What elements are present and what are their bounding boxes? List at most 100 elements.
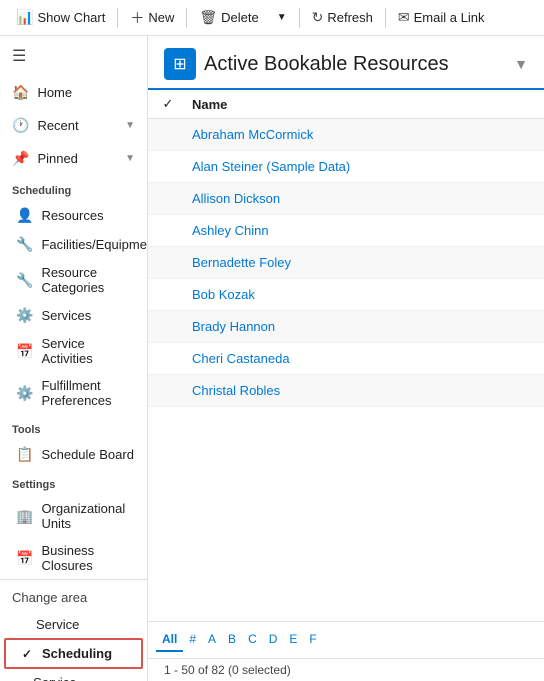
row-check-2[interactable] xyxy=(148,159,188,175)
alpha-f[interactable]: F xyxy=(303,628,322,652)
business-closures-icon: 📅 xyxy=(16,550,33,567)
sidebar-item-schedule-board[interactable]: 📋 Schedule Board xyxy=(0,440,147,469)
sidebar-item-pinned[interactable]: 📌 Pinned ▼ xyxy=(0,142,147,175)
check-scheduling-icon: ✓ xyxy=(22,647,36,661)
sidebar-item-resources[interactable]: 👤 Resources xyxy=(0,201,147,230)
table-check-header: ✓ xyxy=(148,96,188,112)
table-row: Abraham McCormick xyxy=(148,119,544,151)
show-chart-button[interactable]: 📊 Show Chart xyxy=(8,5,113,30)
chevron-down-icon: ▼ xyxy=(277,12,287,23)
table-row: Ashley Chinn xyxy=(148,215,544,247)
alpha-all[interactable]: All xyxy=(156,628,183,652)
row-name-9[interactable]: Christal Robles xyxy=(188,375,544,406)
row-name-1[interactable]: Abraham McCormick xyxy=(188,119,544,150)
pin-icon: 📌 xyxy=(12,150,29,167)
row-check-9[interactable] xyxy=(148,383,188,399)
sidebar-item-recent[interactable]: 🕐 Recent ▼ xyxy=(0,109,147,142)
sidebar-item-business-closures[interactable]: 📅 Business Closures xyxy=(0,537,147,579)
schedule-board-icon: 📋 xyxy=(16,446,33,463)
facilities-icon: 🔧 xyxy=(16,236,33,253)
refresh-button[interactable]: ↻ Refresh xyxy=(304,5,381,30)
sidebar-top: ☰ 🏠 Home 🕐 Recent ▼ 📌 Pinned ▼ Schedulin… xyxy=(0,36,147,681)
row-name-4[interactable]: Ashley Chinn xyxy=(188,215,544,246)
alpha-hash[interactable]: # xyxy=(183,628,202,652)
change-area-label[interactable]: Change area xyxy=(0,584,147,611)
service-activities-icon: 📅 xyxy=(16,343,33,360)
table-row: Alan Steiner (Sample Data) xyxy=(148,151,544,183)
home-icon: 🏠 xyxy=(12,84,29,101)
row-check-7[interactable] xyxy=(148,319,188,335)
chevron-pinned-icon: ▼ xyxy=(125,153,135,164)
chevron-recent-icon: ▼ xyxy=(125,120,135,131)
divider-1 xyxy=(117,8,118,28)
resource-cat-icon: 🔧 xyxy=(16,272,33,289)
row-name-8[interactable]: Cheri Castaneda xyxy=(188,343,544,374)
services-icon: ⚙️ xyxy=(16,307,33,324)
change-area-service-mgmt[interactable]: Service Management xyxy=(0,669,147,681)
sidebar-item-resource-categories[interactable]: 🔧 Resource Categories xyxy=(0,259,147,301)
trash-icon: 🗑 xyxy=(199,9,217,26)
email-link-button[interactable]: ✉ Email a Link xyxy=(390,5,493,30)
row-check-5[interactable] xyxy=(148,255,188,271)
plus-icon: ＋ xyxy=(130,8,144,28)
delete-dropdown-button[interactable]: ▼ xyxy=(269,8,295,27)
content-footer: 1 - 50 of 82 (0 selected) xyxy=(148,658,544,681)
sidebar-item-fulfillment[interactable]: ⚙️ Fulfillment Preferences xyxy=(0,372,147,414)
delete-button[interactable]: 🗑 Delete xyxy=(191,5,266,30)
table-row: Bob Kozak xyxy=(148,279,544,311)
table-row: Cheri Castaneda xyxy=(148,343,544,375)
table-header: ✓ Name xyxy=(148,90,544,119)
bookable-resources-icon: ⊞ xyxy=(173,54,186,74)
row-check-1[interactable] xyxy=(148,127,188,143)
row-check-8[interactable] xyxy=(148,351,188,367)
row-check-4[interactable] xyxy=(148,223,188,239)
row-name-6[interactable]: Bob Kozak xyxy=(188,279,544,310)
row-name-5[interactable]: Bernadette Foley xyxy=(188,247,544,278)
refresh-icon: ↻ xyxy=(312,9,324,26)
hamburger-menu[interactable]: ☰ xyxy=(0,36,147,76)
recent-icon: 🕐 xyxy=(12,117,29,134)
change-area-service[interactable]: Service xyxy=(0,611,147,638)
alpha-c[interactable]: C xyxy=(242,628,263,652)
row-name-2[interactable]: Alan Steiner (Sample Data) xyxy=(188,151,544,182)
alpha-a[interactable]: A xyxy=(202,628,222,652)
page-title-chevron-icon[interactable]: ▼ xyxy=(514,56,528,72)
sidebar-item-org-units[interactable]: 🏢 Organizational Units xyxy=(0,495,147,537)
alphabet-nav: All # A B C D E F xyxy=(148,621,544,658)
header-check-icon: ✓ xyxy=(163,96,174,111)
divider-4 xyxy=(385,8,386,28)
sidebar-item-service-activities[interactable]: 📅 Service Activities xyxy=(0,330,147,372)
sidebar-item-facilities[interactable]: 🔧 Facilities/Equipment xyxy=(0,230,147,259)
section-tools-label: Tools xyxy=(0,414,147,440)
page-title: Active Bookable Resources xyxy=(204,53,506,76)
change-area-scheduling[interactable]: ✓ Scheduling xyxy=(6,640,141,667)
table-container: ✓ Name Abraham McCormick Alan Steiner (S… xyxy=(148,90,544,621)
row-name-7[interactable]: Brady Hannon xyxy=(188,311,544,342)
sidebar-item-services[interactable]: ⚙️ Services xyxy=(0,301,147,330)
alpha-e[interactable]: E xyxy=(283,628,303,652)
alpha-d[interactable]: D xyxy=(263,628,284,652)
row-check-3[interactable] xyxy=(148,191,188,207)
scheduling-highlighted-container: ✓ Scheduling xyxy=(4,638,143,669)
sidebar: ☰ 🏠 Home 🕐 Recent ▼ 📌 Pinned ▼ Schedulin… xyxy=(0,36,148,681)
divider-3 xyxy=(299,8,300,28)
new-button[interactable]: ＋ New xyxy=(122,4,182,32)
change-area-section: Change area Service ✓ Scheduling Service… xyxy=(0,579,147,681)
section-settings-label: Settings xyxy=(0,469,147,495)
row-check-6[interactable] xyxy=(148,287,188,303)
divider-2 xyxy=(186,8,187,28)
row-name-3[interactable]: Allison Dickson xyxy=(188,183,544,214)
alpha-b[interactable]: B xyxy=(222,628,242,652)
table-row: Christal Robles xyxy=(148,375,544,407)
page-header: ⊞ Active Bookable Resources ▼ xyxy=(148,36,544,90)
fulfillment-icon: ⚙️ xyxy=(16,385,33,402)
record-count: 1 - 50 of 82 (0 selected) xyxy=(164,663,291,677)
email-icon: ✉ xyxy=(398,9,410,26)
table-row: Allison Dickson xyxy=(148,183,544,215)
toolbar: 📊 Show Chart ＋ New 🗑 Delete ▼ ↻ Refresh … xyxy=(0,0,544,36)
content-area: ⊞ Active Bookable Resources ▼ ✓ Name Abr… xyxy=(148,36,544,681)
table-row: Brady Hannon xyxy=(148,311,544,343)
org-units-icon: 🏢 xyxy=(16,508,33,525)
sidebar-item-home[interactable]: 🏠 Home xyxy=(0,76,147,109)
main-layout: ☰ 🏠 Home 🕐 Recent ▼ 📌 Pinned ▼ Schedulin… xyxy=(0,36,544,681)
